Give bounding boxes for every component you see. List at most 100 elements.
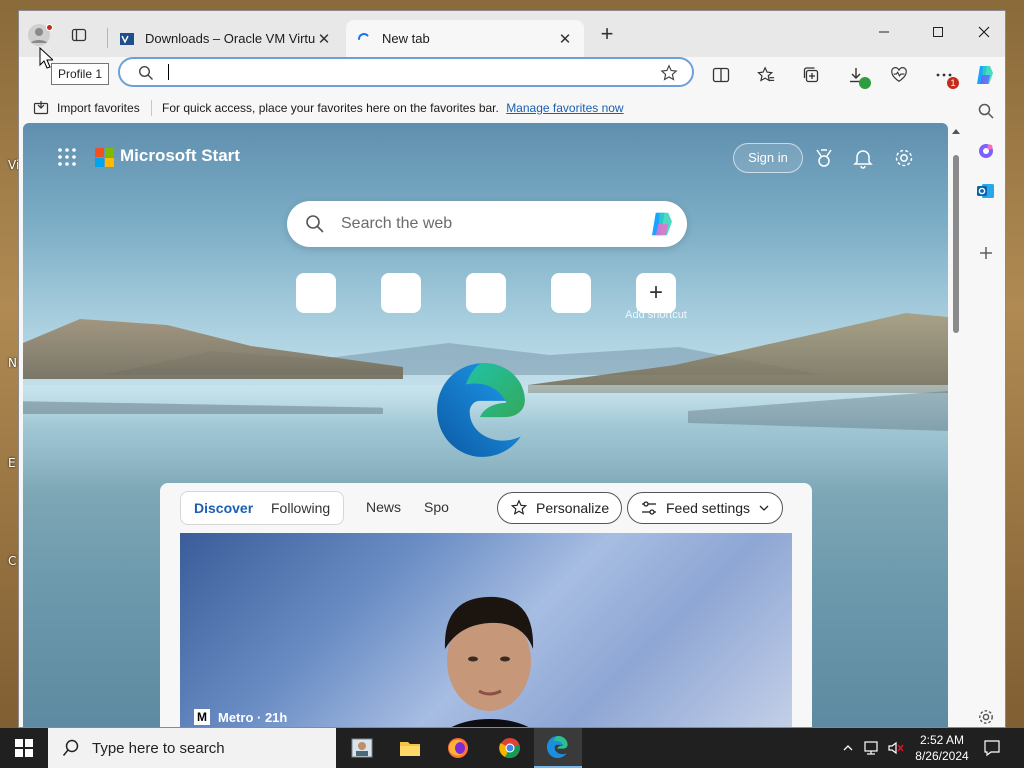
add-shortcut-button[interactable]: + bbox=[636, 273, 676, 313]
tab-downloads[interactable]: Downloads – Oracle VM VirtualBox ✕ bbox=[109, 20, 343, 57]
sign-in-button[interactable]: Sign in bbox=[733, 143, 803, 173]
show-hidden-icons-button[interactable] bbox=[838, 738, 858, 758]
copilot-icon[interactable] bbox=[647, 209, 677, 239]
sparkle-star-icon bbox=[510, 499, 528, 515]
news-photo bbox=[444, 596, 534, 727]
clock-time: 2:52 AM bbox=[919, 733, 965, 747]
search-placeholder: Search the web bbox=[341, 215, 453, 232]
maximize-icon bbox=[933, 27, 943, 37]
sidebar-search-button[interactable] bbox=[974, 99, 998, 123]
edge-logo-icon bbox=[437, 363, 525, 457]
hero-news-card[interactable]: M Metro · 21h bbox=[180, 533, 792, 727]
search-icon bbox=[306, 215, 324, 233]
notifications-center-button[interactable] bbox=[982, 738, 1002, 758]
import-favorites-button[interactable]: Import favorites bbox=[33, 100, 140, 116]
feed-settings-button[interactable]: Feed settings bbox=[627, 492, 784, 524]
split-screen-icon bbox=[712, 67, 730, 83]
chrome-icon bbox=[499, 738, 520, 759]
start-button[interactable] bbox=[0, 728, 48, 768]
new-tab-button[interactable]: + bbox=[595, 23, 619, 47]
notifications-button[interactable] bbox=[850, 145, 876, 171]
close-tab-button[interactable]: ✕ bbox=[556, 30, 574, 48]
search-icon bbox=[62, 739, 79, 756]
minimize-button[interactable] bbox=[861, 17, 907, 47]
browser-essentials-button[interactable] bbox=[885, 61, 913, 89]
firefox-icon bbox=[448, 738, 468, 758]
sidebar-outlook-button[interactable] bbox=[974, 179, 998, 203]
taskbar-app-firefox[interactable] bbox=[434, 728, 482, 768]
tab-following[interactable]: Following bbox=[271, 500, 330, 516]
web-search-box[interactable]: Search the web bbox=[287, 201, 687, 247]
navigation-toolbar: 1 bbox=[19, 57, 1005, 93]
profile-status-dot bbox=[46, 24, 53, 31]
virtualbox-icon bbox=[120, 32, 134, 45]
split-screen-button[interactable] bbox=[707, 61, 735, 89]
gear-icon bbox=[979, 710, 993, 724]
collections-button[interactable] bbox=[797, 61, 825, 89]
downloads-button[interactable] bbox=[842, 61, 871, 89]
tab-actions-icon bbox=[71, 28, 87, 42]
page-scrollbar[interactable] bbox=[950, 123, 962, 727]
sliders-icon bbox=[642, 501, 656, 515]
taskbar-app-chrome[interactable] bbox=[486, 728, 534, 768]
app-launcher-icon[interactable] bbox=[57, 147, 77, 167]
address-bar[interactable] bbox=[118, 57, 694, 87]
notification-badge: 1 bbox=[947, 77, 959, 89]
favorites-separator bbox=[151, 100, 152, 116]
page-settings-button[interactable] bbox=[891, 145, 917, 171]
add-shortcut-label: Add shortcut bbox=[625, 309, 687, 321]
close-window-button[interactable] bbox=[961, 17, 1005, 47]
maximize-button[interactable] bbox=[915, 17, 961, 47]
network-button[interactable] bbox=[862, 738, 882, 758]
sidebar-settings-button[interactable] bbox=[974, 705, 998, 727]
tab-sports[interactable]: Spo bbox=[424, 499, 449, 515]
shortcut-tile[interactable] bbox=[296, 273, 336, 313]
favorites-button[interactable] bbox=[752, 61, 780, 89]
brand-title: Microsoft Start bbox=[120, 146, 240, 165]
news-feed: Discover Following News Spo Personalize … bbox=[160, 483, 812, 727]
favorite-star-icon[interactable] bbox=[660, 64, 678, 82]
copilot-button[interactable] bbox=[971, 61, 999, 89]
tab-title: Downloads – Oracle VM VirtualBox bbox=[145, 31, 315, 46]
taskbar-app-file-explorer[interactable] bbox=[386, 728, 434, 768]
close-tab-button[interactable]: ✕ bbox=[315, 30, 333, 48]
shortcut-tile[interactable] bbox=[551, 273, 591, 313]
taskbar-app-photos[interactable] bbox=[338, 728, 386, 768]
network-icon bbox=[864, 741, 878, 755]
tab-discover[interactable]: Discover bbox=[194, 500, 253, 516]
desktop-icon-label: E bbox=[8, 456, 16, 470]
taskbar: Type here to search 2:52 AM 8/26/2024 bbox=[0, 728, 1024, 768]
search-icon bbox=[978, 103, 994, 119]
manage-favorites-link[interactable]: Manage favorites now bbox=[506, 101, 623, 115]
personalize-button[interactable]: Personalize bbox=[497, 492, 623, 524]
volume-button[interactable] bbox=[886, 738, 906, 758]
collections-icon bbox=[803, 67, 819, 83]
sidebar-add-button[interactable] bbox=[974, 241, 998, 265]
taskbar-search-box[interactable]: Type here to search bbox=[48, 728, 336, 768]
metro-logo-icon: M bbox=[194, 709, 210, 725]
sidebar-copilot-button[interactable] bbox=[974, 139, 998, 163]
desktop-icon-label: C bbox=[8, 554, 17, 568]
rewards-button[interactable] bbox=[811, 145, 837, 171]
tab-new-tab[interactable]: New tab ✕ bbox=[346, 20, 584, 57]
scroll-up-arrow[interactable] bbox=[952, 129, 960, 134]
chevron-down-icon bbox=[759, 505, 769, 511]
scroll-thumb[interactable] bbox=[953, 155, 959, 333]
taskbar-app-edge[interactable] bbox=[534, 728, 582, 768]
trophy-icon bbox=[816, 149, 832, 167]
system-clock[interactable]: 2:52 AM 8/26/2024 bbox=[910, 732, 974, 764]
tab-news[interactable]: News bbox=[366, 499, 401, 515]
background-scenery bbox=[23, 319, 403, 379]
settings-more-button[interactable]: 1 bbox=[930, 61, 959, 89]
edge-icon bbox=[546, 735, 568, 759]
shortcut-tile[interactable] bbox=[466, 273, 506, 313]
shortcut-tile[interactable] bbox=[381, 273, 421, 313]
plus-icon bbox=[980, 247, 992, 259]
desktop-background: Vi N E C bbox=[0, 0, 20, 728]
loading-spinner-icon bbox=[358, 32, 369, 40]
contact-card-icon bbox=[351, 738, 373, 758]
tab-actions-button[interactable] bbox=[67, 23, 91, 47]
browser-window: Downloads – Oracle VM VirtualBox ✕ New t… bbox=[18, 10, 1006, 728]
mouse-cursor-icon bbox=[39, 47, 53, 69]
gear-icon bbox=[895, 149, 913, 167]
